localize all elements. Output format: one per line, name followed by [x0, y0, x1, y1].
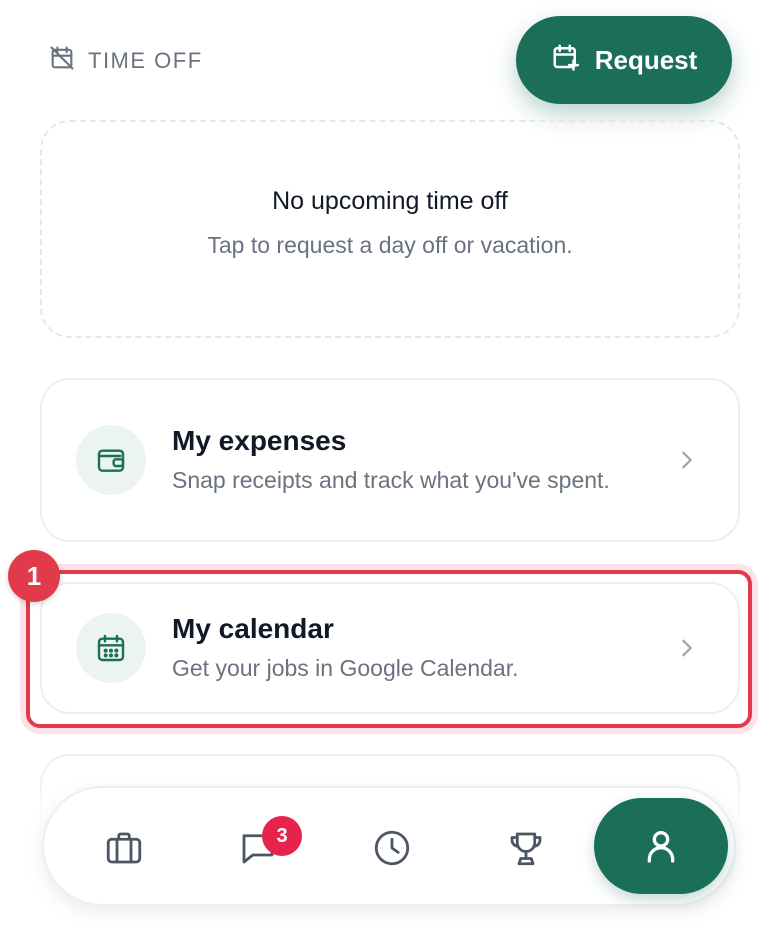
- time-off-header: TIME OFF: [48, 44, 203, 78]
- unread-messages-badge: 3: [262, 816, 302, 856]
- nav-timesheet[interactable]: [352, 808, 432, 888]
- briefcase-icon: [106, 832, 142, 864]
- time-off-label: TIME OFF: [88, 48, 203, 73]
- calendar-icon: [76, 613, 146, 683]
- calendar-off-icon: [48, 44, 76, 78]
- clock-icon: [374, 830, 410, 866]
- empty-state-title: No upcoming time off: [272, 187, 508, 215]
- my-expenses-title: My expenses: [172, 425, 347, 456]
- wallet-icon: [76, 425, 146, 495]
- request-button-label: Request: [594, 44, 698, 75]
- empty-state-subtitle: Tap to request a day off or vacation.: [207, 232, 573, 258]
- no-time-off-card[interactable]: No upcoming time off Tap to request a da…: [40, 120, 740, 338]
- nav-jobs[interactable]: [84, 808, 164, 888]
- my-expenses-card[interactable]: My expenses Snap receipts and track what…: [40, 378, 740, 542]
- nav-profile[interactable]: [594, 798, 728, 894]
- step-number-badge: 1: [8, 550, 60, 602]
- nav-achievements[interactable]: [486, 808, 566, 888]
- my-calendar-title: My calendar: [172, 613, 334, 644]
- nav-messages[interactable]: 3: [218, 808, 302, 888]
- calendar-plus-icon: [551, 42, 581, 79]
- bottom-nav-bar: 3: [42, 786, 736, 906]
- my-calendar-card[interactable]: My calendar Get your jobs in Google Cale…: [40, 582, 740, 714]
- my-calendar-subtitle: Get your jobs in Google Calendar.: [172, 655, 519, 681]
- my-expenses-subtitle: Snap receipts and track what you've spen…: [172, 467, 610, 493]
- trophy-icon: [510, 832, 542, 866]
- request-button[interactable]: Request: [516, 16, 732, 104]
- chevron-right-icon: [682, 639, 692, 657]
- user-icon: [647, 831, 675, 863]
- chevron-right-icon: [682, 451, 692, 469]
